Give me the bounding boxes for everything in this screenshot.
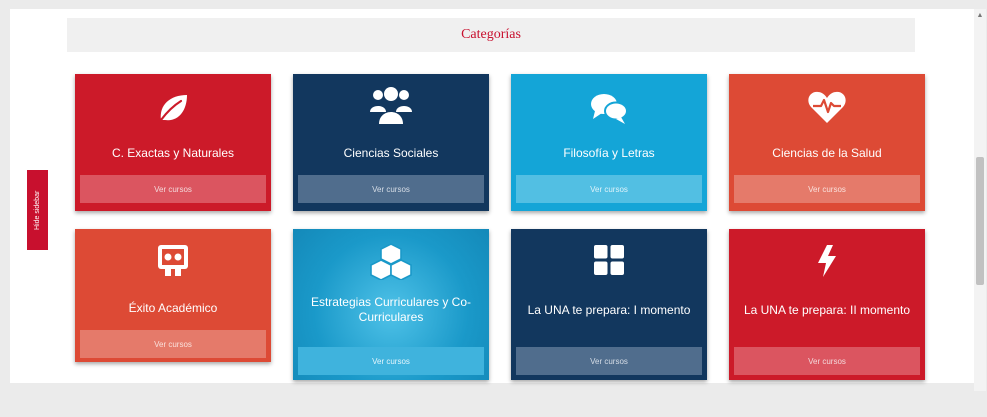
category-card-estrategias[interactable]: Estrategias Curriculares y Co-Curricular… bbox=[293, 229, 489, 380]
lightning-bolt-icon bbox=[729, 244, 925, 278]
hide-sidebar-button[interactable]: Hide sidebar bbox=[27, 170, 48, 250]
category-card-salud[interactable]: Ciencias de la Salud Ver cursos bbox=[729, 74, 925, 211]
users-group-icon bbox=[293, 86, 489, 126]
category-title: C. Exactas y Naturales bbox=[111, 145, 235, 160]
category-title: La UNA te prepara: II momento bbox=[743, 302, 911, 317]
cubes-icon bbox=[293, 242, 489, 280]
ver-cursos-button[interactable]: Ver cursos bbox=[80, 175, 266, 203]
leaf-icon bbox=[75, 91, 271, 125]
category-card-exito[interactable]: Éxito Académico Ver cursos bbox=[75, 229, 271, 362]
scrollbar[interactable]: ▲ bbox=[974, 9, 986, 391]
page-title: Categorías bbox=[67, 18, 915, 52]
ver-cursos-button[interactable]: Ver cursos bbox=[734, 347, 920, 375]
ver-cursos-button[interactable]: Ver cursos bbox=[298, 175, 484, 203]
grid-squares-icon bbox=[511, 244, 707, 276]
category-card-filosofia[interactable]: Filosofía y Letras Ver cursos bbox=[511, 74, 707, 211]
heartbeat-icon bbox=[729, 89, 925, 125]
ver-cursos-button[interactable]: Ver cursos bbox=[80, 330, 266, 358]
category-card-una-i[interactable]: La UNA te prepara: I momento Ver cursos bbox=[511, 229, 707, 380]
category-title: Filosofía y Letras bbox=[563, 145, 655, 160]
category-title: Ciencias de la Salud bbox=[772, 145, 882, 160]
ver-cursos-button[interactable]: Ver cursos bbox=[516, 347, 702, 375]
category-title: Ciencias Sociales bbox=[343, 145, 439, 160]
category-card-sociales[interactable]: Ciencias Sociales Ver cursos bbox=[293, 74, 489, 211]
category-title: La UNA te prepara: I momento bbox=[527, 302, 691, 317]
scrollbar-thumb[interactable] bbox=[976, 157, 984, 285]
category-card-una-ii[interactable]: La UNA te prepara: II momento Ver cursos bbox=[729, 229, 925, 380]
ver-cursos-button[interactable]: Ver cursos bbox=[734, 175, 920, 203]
ver-cursos-button[interactable]: Ver cursos bbox=[298, 347, 484, 375]
presentation-board-icon bbox=[75, 243, 271, 277]
category-card-exactas[interactable]: C. Exactas y Naturales Ver cursos bbox=[75, 74, 271, 211]
category-title: Éxito Académico bbox=[128, 300, 218, 315]
ver-cursos-button[interactable]: Ver cursos bbox=[516, 175, 702, 203]
scroll-up-icon[interactable]: ▲ bbox=[976, 12, 984, 20]
category-title: Estrategias Curriculares y Co-Curricular… bbox=[310, 295, 472, 324]
chat-bubbles-icon bbox=[511, 91, 707, 125]
